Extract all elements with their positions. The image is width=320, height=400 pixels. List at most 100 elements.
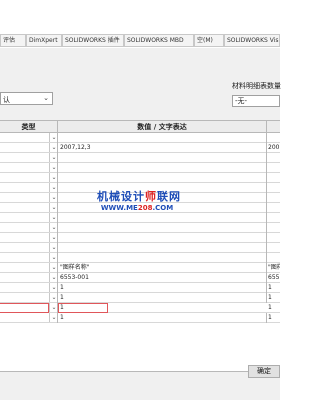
dialog-footer — [0, 372, 280, 400]
evaluated-cell — [267, 193, 280, 203]
header-type[interactable]: 类型 — [0, 121, 58, 133]
table-row: ⌄ — [0, 133, 280, 143]
table-row: ⌄ — [0, 233, 280, 243]
type-cell[interactable]: ⌄ — [0, 203, 58, 213]
value-cell[interactable]: 1 — [58, 303, 108, 313]
type-cell[interactable]: ⌄ — [0, 213, 58, 223]
chevron-down-icon[interactable]: ⌄ — [49, 223, 58, 232]
value-cell[interactable] — [58, 243, 267, 253]
bom-quantity-select[interactable]: -无- — [232, 95, 280, 107]
type-cell[interactable]: ⌄ — [0, 143, 58, 153]
table-row: ⌄ 1 1 — [0, 283, 280, 293]
chevron-down-icon[interactable]: ⌄ — [49, 253, 58, 262]
value-cell[interactable]: "图样名称" — [58, 263, 267, 273]
value-cell[interactable]: 1 — [58, 283, 267, 293]
chevron-down-icon[interactable]: ⌄ — [49, 263, 58, 272]
chevron-down-icon[interactable]: ⌄ — [49, 143, 58, 152]
value-cell[interactable] — [58, 213, 267, 223]
value-cell[interactable]: 1 — [58, 313, 267, 323]
config-dropdown[interactable]: 认 ⌄ — [0, 92, 53, 105]
tab-evaluate[interactable]: 评估 — [0, 34, 26, 46]
header-value[interactable]: 数值 / 文字表达 — [58, 121, 267, 133]
type-cell[interactable]: ⌄ — [0, 273, 58, 283]
table-row: ⌄ — [0, 223, 280, 233]
chevron-down-icon[interactable]: ⌄ — [49, 153, 58, 162]
value-cell[interactable] — [58, 233, 267, 243]
type-cell[interactable]: ⌄ — [0, 253, 58, 263]
type-cell[interactable]: ⌄ — [0, 133, 58, 143]
evaluated-cell: "图样 — [268, 264, 280, 271]
evaluated-cell — [267, 183, 280, 193]
type-cell[interactable]: ⌄ — [0, 303, 58, 313]
chevron-down-icon[interactable]: ⌄ — [49, 183, 58, 192]
evaluated-cell: 1 — [268, 294, 272, 301]
value-cell[interactable]: 2007,12,3 — [58, 143, 267, 153]
type-cell[interactable]: ⌄ — [0, 313, 58, 323]
evaluated-cell: 1 — [268, 314, 272, 321]
chevron-down-icon[interactable]: ⌄ — [49, 283, 58, 292]
evaluated-cell — [267, 203, 280, 213]
evaluated-cell: 200 — [268, 144, 280, 151]
value-cell[interactable]: 1 — [58, 293, 267, 303]
type-cell[interactable]: ⌄ — [0, 153, 58, 163]
table-row: ⌄ 2007,12,3 200 — [0, 143, 280, 153]
properties-grid: 类型 数值 / 文字表达 ⌄ ⌄ 2007,12,3 200 ⌄ ⌄ ⌄ ⌄ ⌄ ⌄ ⌄ ⌄ ⌄ ⌄ ⌄ ⌄ "… — [0, 120, 280, 372]
chevron-down-icon[interactable]: ⌄ — [49, 203, 58, 212]
chevron-down-icon[interactable]: ⌄ — [49, 233, 58, 242]
type-cell[interactable]: ⌄ — [0, 243, 58, 253]
value-cell[interactable] — [58, 173, 267, 183]
value-cell[interactable] — [58, 223, 267, 233]
table-row: ⌄ 1 1 — [0, 293, 280, 303]
table-row: ⌄ — [0, 213, 280, 223]
chevron-down-icon[interactable]: ⌄ — [49, 213, 58, 222]
evaluated-cell — [267, 223, 280, 233]
watermark-url: WWW.ME208.COM — [100, 204, 174, 212]
tab-solidworks-vis[interactable]: SOLIDWORKS Vis — [224, 34, 280, 46]
value-cell[interactable] — [58, 253, 267, 263]
evaluated-cell — [267, 243, 280, 253]
table-row: ⌄ 1 1 — [0, 313, 280, 323]
type-cell[interactable]: ⌄ — [0, 173, 58, 183]
evaluated-cell — [267, 173, 280, 183]
evaluated-cell — [267, 233, 280, 243]
chevron-down-icon[interactable]: ⌄ — [49, 293, 58, 302]
chevron-down-icon[interactable]: ⌄ — [49, 243, 58, 252]
type-cell[interactable]: ⌄ — [0, 223, 58, 233]
ok-button[interactable]: 确定 — [248, 365, 280, 378]
type-cell[interactable]: ⌄ — [0, 193, 58, 203]
type-cell[interactable]: ⌄ — [0, 263, 58, 273]
chevron-down-icon[interactable]: ⌄ — [49, 303, 58, 312]
type-cell[interactable]: ⌄ — [0, 163, 58, 173]
tab-strip: 评估 DimXpert SOLIDWORKS 插件 SOLIDWORKS MBD… — [0, 34, 280, 47]
type-cell[interactable]: ⌄ — [0, 283, 58, 293]
evaluated-cell: 1 — [268, 284, 272, 291]
evaluated-cell — [267, 163, 280, 173]
tab-empty[interactable]: 空(M) — [194, 34, 224, 46]
chevron-down-icon[interactable]: ⌄ — [49, 163, 58, 172]
evaluated-cell — [267, 253, 280, 263]
watermark-title: 机械设计师联网 — [97, 190, 181, 203]
value-cell[interactable]: 6553-001 — [58, 273, 267, 283]
chevron-down-icon[interactable]: ⌄ — [49, 133, 58, 142]
value-cell[interactable] — [58, 153, 267, 163]
header-extra[interactable] — [267, 121, 280, 133]
tab-solidworks-addins[interactable]: SOLIDWORKS 插件 — [62, 34, 124, 46]
type-cell[interactable]: ⌄ — [0, 183, 58, 193]
tab-solidworks-mbd[interactable]: SOLIDWORKS MBD — [124, 34, 194, 46]
chevron-down-icon[interactable]: ⌄ — [49, 173, 58, 182]
table-row: ⌄ — [0, 173, 280, 183]
table-row: ⌄ — [0, 153, 280, 163]
value-cell[interactable] — [58, 133, 267, 143]
config-dropdown-value: 认 — [3, 96, 10, 104]
type-cell[interactable]: ⌄ — [0, 233, 58, 243]
evaluated-cell: 1 — [268, 304, 272, 311]
chevron-down-icon[interactable]: ⌄ — [49, 193, 58, 202]
chevron-down-icon[interactable]: ⌄ — [49, 273, 58, 282]
value-cell[interactable] — [58, 163, 267, 173]
type-cell[interactable]: ⌄ — [0, 293, 58, 303]
evaluated-cell — [267, 153, 280, 163]
tab-dimxpert[interactable]: DimXpert — [26, 34, 62, 46]
table-row: ⌄ 6553-001 655 — [0, 273, 280, 283]
chevron-down-icon[interactable]: ⌄ — [49, 313, 58, 322]
table-row: ⌄ 1 1 — [0, 303, 280, 313]
